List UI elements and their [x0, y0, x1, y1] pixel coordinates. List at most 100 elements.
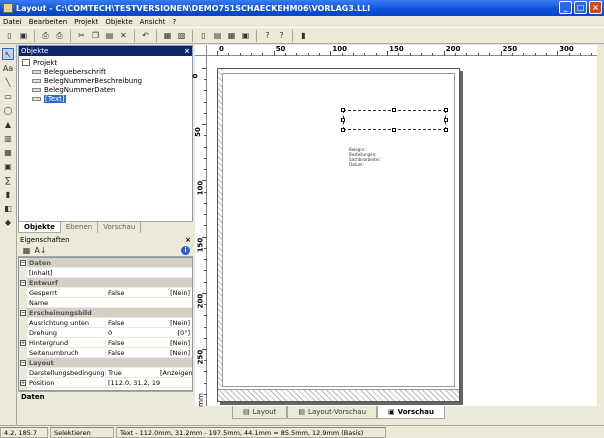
- undo-icon[interactable]: ↶: [140, 30, 151, 41]
- property-value[interactable]: False: [105, 318, 160, 327]
- property-row[interactable]: Name: [19, 297, 192, 308]
- resize-handle[interactable]: [341, 128, 345, 132]
- menu-ansicht[interactable]: Ansicht: [140, 18, 166, 26]
- property-row[interactable]: Ausrichtung unten False [Nein]: [19, 317, 192, 328]
- properties-panel-close-icon[interactable]: ×: [185, 236, 191, 244]
- menu-help[interactable]: ?: [172, 18, 176, 26]
- property-category[interactable]: − Entwurf: [19, 277, 192, 288]
- resize-handle[interactable]: [444, 118, 448, 122]
- ellipse-tool-icon[interactable]: ◯: [2, 104, 14, 116]
- ruler-label: 150: [196, 237, 205, 252]
- property-row[interactable]: + Hintergrund False [Nein]: [19, 337, 192, 348]
- text-tool-icon[interactable]: Aa: [2, 62, 14, 74]
- barcode-tool-icon[interactable]: ▥: [2, 132, 14, 144]
- menu-objekte[interactable]: Objekte: [105, 18, 132, 26]
- info-icon[interactable]: i: [181, 246, 190, 255]
- tab-vorschau[interactable]: Vorschau: [98, 222, 142, 233]
- app-icon: [3, 3, 13, 13]
- property-row[interactable]: [Inhalt]: [19, 267, 192, 278]
- cut-icon[interactable]: ✂: [76, 30, 87, 41]
- align-icon[interactable]: ▦: [162, 30, 173, 41]
- menu-datei[interactable]: Datei: [3, 18, 22, 26]
- property-value[interactable]: 0: [105, 328, 160, 337]
- form-tool-icon[interactable]: ▣: [2, 160, 14, 172]
- select-tool-icon[interactable]: ↖: [2, 48, 14, 60]
- layers-icon[interactable]: ▤: [212, 30, 223, 41]
- report-page[interactable]: Belegnr.: Bestellungen: Sachbearbeiter: …: [217, 68, 460, 402]
- page-icon[interactable]: ▯: [198, 30, 209, 41]
- collapse-icon[interactable]: −: [20, 259, 26, 266]
- property-category[interactable]: − Erscheinungsbild: [19, 307, 192, 318]
- new-file-icon[interactable]: ▯: [4, 30, 15, 41]
- formula-tool-icon[interactable]: ∑: [2, 174, 14, 186]
- tree-item[interactable]: BelegNummerDaten: [22, 85, 189, 94]
- properties-toolbar: ▦ A↓ i: [18, 245, 193, 257]
- collapse-icon[interactable]: −: [20, 279, 26, 286]
- property-value[interactable]: [112.0, 31.2, 197.5, 44...: [105, 378, 160, 387]
- tab-layout[interactable]: ▤ Layout: [232, 406, 288, 419]
- vertical-scrollbar[interactable]: [597, 45, 604, 419]
- table-icon[interactable]: ▦: [226, 30, 237, 41]
- resize-handle[interactable]: [341, 118, 345, 122]
- help-icon[interactable]: ?: [262, 30, 273, 41]
- property-row[interactable]: Darstellungsbedingung True [Anzeigen]: [19, 367, 192, 378]
- ole-tool-icon[interactable]: ◆: [2, 216, 14, 228]
- tree-item[interactable]: Belegueberschrift: [22, 67, 189, 76]
- layout-icon: ▤: [243, 408, 250, 416]
- tree-item[interactable]: BelegNummerBeschreibung: [22, 76, 189, 85]
- resize-handle[interactable]: [392, 128, 396, 132]
- print-icon[interactable]: ⎙: [40, 30, 51, 41]
- context-help-icon[interactable]: ?: [276, 30, 287, 41]
- html-tool-icon[interactable]: ◧: [2, 202, 14, 214]
- resize-handle[interactable]: [341, 108, 345, 112]
- property-value[interactable]: False: [105, 348, 160, 357]
- property-row[interactable]: Seitenumbruch False [Nein]: [19, 347, 192, 358]
- close-button[interactable]: ×: [589, 1, 602, 14]
- collapse-icon[interactable]: −: [20, 309, 26, 316]
- tab-preview[interactable]: ▣ Vorschau: [377, 406, 445, 419]
- tab-objekte[interactable]: Objekte: [18, 222, 61, 233]
- rectangle-tool-icon[interactable]: ▭: [2, 90, 14, 102]
- picture-tool-icon[interactable]: ▲: [2, 118, 14, 130]
- tree-item-selected[interactable]: [Text]: [22, 94, 189, 103]
- property-value[interactable]: True: [105, 368, 160, 377]
- property-row[interactable]: Drehung 0 [0°]: [19, 327, 192, 338]
- selected-text-object[interactable]: [341, 108, 448, 132]
- delete-icon[interactable]: ✕: [118, 30, 129, 41]
- expand-icon[interactable]: +: [20, 379, 26, 386]
- chart-tool-icon[interactable]: ▮: [2, 188, 14, 200]
- resize-handle[interactable]: [444, 128, 448, 132]
- save-icon[interactable]: ▣: [18, 30, 29, 41]
- expand-icon[interactable]: +: [20, 339, 26, 346]
- categorized-icon[interactable]: ▦: [21, 245, 32, 256]
- resize-handle[interactable]: [444, 108, 448, 112]
- property-value[interactable]: False: [105, 288, 160, 297]
- exit-icon[interactable]: ▮: [298, 30, 309, 41]
- menu-projekt[interactable]: Projekt: [74, 18, 98, 26]
- preview-icon[interactable]: ▣: [240, 30, 251, 41]
- sort-alpha-icon[interactable]: A↓: [34, 245, 46, 256]
- minimize-button[interactable]: _: [559, 1, 572, 14]
- tree-root[interactable]: Projekt: [22, 58, 189, 67]
- design-canvas[interactable]: Belegnr.: Bestellungen: Sachbearbeiter: …: [207, 56, 597, 406]
- property-row[interactable]: Gesperrt False [Nein]: [19, 287, 192, 298]
- tree-item-label: BelegNummerBeschreibung: [44, 76, 143, 85]
- resize-handle[interactable]: [392, 108, 396, 112]
- property-category[interactable]: − Daten: [19, 258, 192, 268]
- objects-panel-close-icon[interactable]: ×: [184, 47, 190, 55]
- copy-icon[interactable]: ❐: [90, 30, 101, 41]
- paste-icon[interactable]: ▤: [104, 30, 115, 41]
- property-category[interactable]: − Layout: [19, 357, 192, 368]
- line-tool-icon[interactable]: ╲: [2, 76, 14, 88]
- property-gutter: [19, 297, 27, 308]
- menu-bearbeiten[interactable]: Bearbeiten: [29, 18, 67, 26]
- maximize-button[interactable]: □: [574, 1, 587, 14]
- print-preview-icon[interactable]: ⎙: [54, 30, 65, 41]
- collapse-icon[interactable]: −: [20, 359, 26, 366]
- group-icon[interactable]: ▧: [176, 30, 187, 41]
- table-tool-icon[interactable]: ▦: [2, 146, 14, 158]
- tab-ebenen[interactable]: Ebenen: [61, 222, 99, 233]
- property-value[interactable]: False: [105, 338, 160, 347]
- tab-layout-preview[interactable]: ▤ Layout-Vorschau: [287, 406, 378, 419]
- property-row[interactable]: +Position [112.0, 31.2, 197.5, 44...: [19, 377, 192, 388]
